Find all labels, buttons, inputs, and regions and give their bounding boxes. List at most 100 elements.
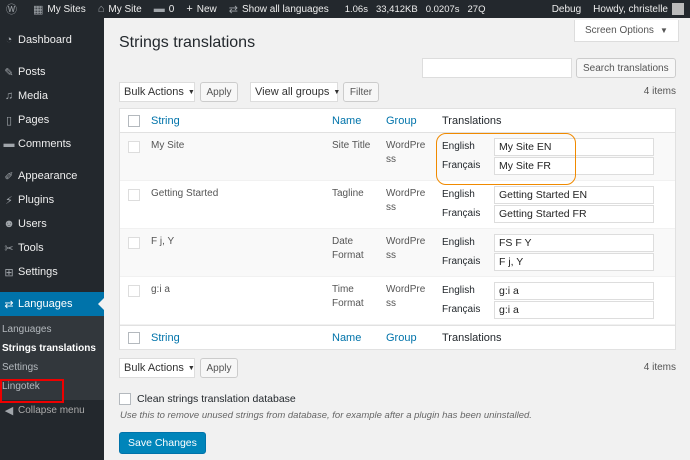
submenu-item-strings-translations[interactable]: Strings translations — [0, 339, 104, 358]
translation-input-english[interactable]: Getting Started EN — [494, 186, 654, 204]
string-value: F j, Y — [151, 236, 175, 247]
translation-input-french[interactable]: Getting Started FR — [494, 205, 654, 223]
debug-label: Debug — [551, 3, 582, 15]
sidebar-item-appearance[interactable]: ✐ Appearance — [0, 164, 104, 188]
bulk-actions-select[interactable]: Bulk Actions ▼ — [119, 82, 195, 102]
strings-table: String Name Group Translations My Site S… — [119, 108, 676, 350]
admin-sidebar: ◔ Dashboard ✎ Posts ♫ Media ▯ Pages ▬ Comment… — [0, 18, 104, 460]
row-checkbox[interactable] — [128, 141, 140, 153]
table-row: F j, Y Date Format WordPre ss English Fr… — [120, 229, 675, 277]
chevron-down-icon: ▼ — [187, 88, 195, 96]
column-header-group[interactable]: Group — [386, 115, 432, 127]
wp-logo-item[interactable]: Ⓦ — [0, 0, 27, 18]
debug-menu[interactable]: Debug — [546, 0, 587, 18]
language-label-french: Français — [442, 304, 481, 315]
language-label-english: English — [442, 285, 475, 296]
sidebar-item-comments[interactable]: ▬ Comments — [0, 132, 104, 156]
translation-input-english[interactable]: g:i a — [494, 282, 654, 300]
bulk-actions-value: Bulk Actions — [124, 86, 184, 98]
sidebar-item-label: Media — [18, 90, 48, 102]
translation-input-french[interactable]: g:i a — [494, 301, 654, 319]
howdy-label: Howdy, christelle — [593, 3, 668, 15]
submenu-item-settings[interactable]: Settings — [0, 358, 104, 377]
table-row: My Site Site Title WordPre ss English Fr… — [120, 133, 675, 185]
sidebar-item-media[interactable]: ♫ Media — [0, 84, 104, 108]
query-monitor-menu[interactable]: 1.06s 33,412KB 0.0207s 27Q — [335, 0, 496, 18]
search-input[interactable] — [422, 58, 572, 78]
column-header-string[interactable]: String — [151, 115, 180, 127]
submenu-item-languages[interactable]: Languages — [0, 320, 104, 339]
clean-database-description: Use this to remove unused strings from d… — [120, 410, 532, 421]
screen-options-label: Screen Options — [585, 25, 654, 36]
row-checkbox[interactable] — [128, 237, 140, 249]
save-changes-button[interactable]: Save Changes — [119, 432, 206, 454]
sidebar-item-languages[interactable]: ⇄ Languages — [0, 292, 104, 316]
language-label-french: Français — [442, 256, 481, 267]
sites-icon: ▦ — [33, 3, 44, 16]
group-value: WordPre ss — [386, 236, 426, 261]
collapse-menu-button[interactable]: ◀ Collapse menu — [0, 400, 104, 420]
name-value: Time Format — [332, 284, 364, 309]
apply-button-bottom[interactable]: Apply — [200, 358, 238, 378]
column-footer-group[interactable]: Group — [386, 332, 432, 344]
debug-memory: 33,412KB — [375, 3, 418, 15]
groups-value: View all groups — [255, 86, 330, 98]
table-row: Getting Started Tagline WordPre ss Engli… — [120, 181, 675, 229]
clean-database-checkbox[interactable] — [119, 393, 131, 405]
select-all-checkbox[interactable] — [128, 114, 140, 127]
table-footer: String Name Group Translations — [120, 325, 675, 349]
translation-input-french[interactable]: F j, Y — [494, 253, 654, 271]
new-content-menu[interactable]: + New — [180, 0, 222, 18]
page-icon: ▯ — [5, 114, 13, 127]
my-sites-label: My Sites — [47, 3, 86, 15]
new-label: New — [196, 3, 217, 15]
sidebar-item-plugins[interactable]: ⚡ Plugins — [0, 188, 104, 212]
string-value: My Site — [151, 140, 185, 151]
bulk-actions-select-bottom[interactable]: Bulk Actions ▼ — [119, 358, 195, 378]
clean-database-option: Clean strings translation database — [119, 393, 296, 405]
row-checkbox[interactable] — [128, 285, 140, 297]
languages-menu[interactable]: ⇄ Show all languages — [223, 0, 335, 18]
my-sites-menu[interactable]: ▦ My Sites — [27, 0, 92, 18]
lingotek-highlight-box — [0, 379, 64, 403]
column-footer-string[interactable]: String — [151, 332, 180, 344]
site-name-menu[interactable]: ⌂ My Site — [92, 0, 148, 18]
annotation-highlight-circle — [436, 133, 576, 185]
sidebar-item-users[interactable]: ☻ Users — [0, 212, 104, 236]
column-header-name[interactable]: Name — [332, 115, 361, 127]
apply-button-top[interactable]: Apply — [200, 82, 238, 102]
debug-time: 1.06s — [344, 3, 368, 15]
table-header: String Name Group Translations — [120, 109, 675, 133]
settings-icon: ⊞ — [4, 266, 14, 279]
sidebar-item-dashboard[interactable]: ◔ Dashboard — [0, 28, 104, 52]
comments-count: 0 — [168, 3, 175, 15]
wrench-icon: ✂ — [4, 242, 14, 255]
sidebar-item-label: Dashboard — [18, 34, 72, 46]
sidebar-item-label: Appearance — [18, 170, 78, 182]
search-translations-button[interactable]: Search translations — [576, 58, 676, 78]
column-header-translations: Translations — [442, 114, 502, 127]
collapse-label: Collapse menu — [18, 404, 85, 416]
sidebar-item-pages[interactable]: ▯ Pages — [0, 108, 104, 132]
filter-button[interactable]: Filter — [343, 82, 379, 102]
string-value: g:i a — [151, 284, 170, 295]
translation-input-english[interactable]: FS F Y — [494, 234, 654, 252]
column-footer-name[interactable]: Name — [332, 332, 361, 344]
row-checkbox[interactable] — [128, 189, 140, 201]
translate-icon: ⇄ — [4, 298, 14, 311]
site-name-label: My Site — [108, 3, 142, 15]
groups-select[interactable]: View all groups ▼ — [250, 82, 340, 102]
translate-icon: ⇄ — [228, 3, 238, 16]
sidebar-item-settings[interactable]: ⊞ Settings — [0, 260, 104, 284]
sidebar-item-posts[interactable]: ✎ Posts — [0, 60, 104, 84]
screen-options-button[interactable]: Screen Options ▼ — [574, 20, 679, 42]
account-menu[interactable]: Howdy, christelle — [587, 0, 690, 18]
sidebar-item-tools[interactable]: ✂ Tools — [0, 236, 104, 260]
comments-menu[interactable]: ▬ 0 — [148, 0, 181, 18]
plus-icon: + — [186, 3, 193, 15]
brush-icon: ✐ — [4, 170, 14, 183]
name-value: Site Title — [332, 140, 371, 151]
select-all-checkbox-footer[interactable] — [128, 331, 140, 344]
items-count-top: 4 items — [643, 86, 676, 97]
bulk-actions-value: Bulk Actions — [124, 362, 184, 374]
